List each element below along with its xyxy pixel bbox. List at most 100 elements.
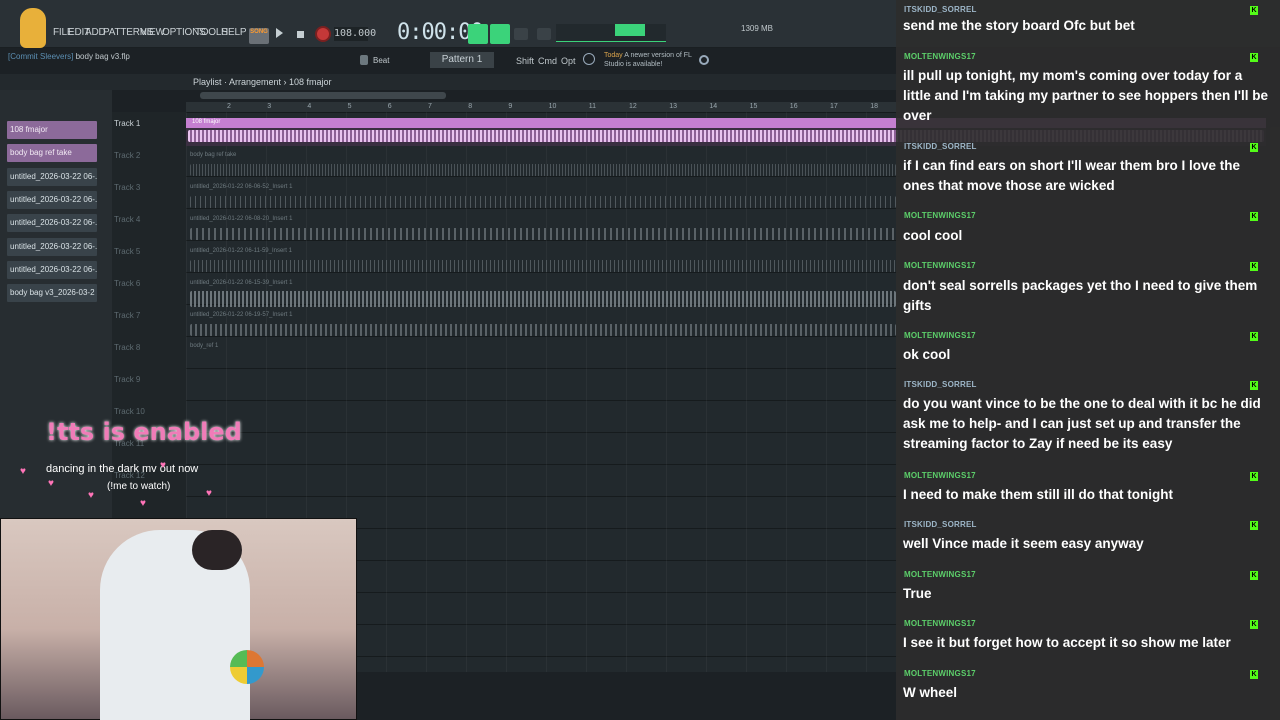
clip-untitled-4[interactable] [190,291,896,307]
memory-display: 1309 MB [741,24,774,33]
track-name[interactable]: Track 8 [114,343,140,352]
chat-username[interactable]: MOLTENWINGS17 [904,471,976,480]
ruler-number: 13 [669,103,677,110]
chat-username[interactable]: MOLTENWINGS17 [904,261,976,270]
snap-icon[interactable] [360,55,368,65]
settings-icon[interactable] [699,55,709,65]
metronome-icon[interactable] [490,24,510,44]
heart-icon: ♥ [160,460,166,471]
clip-untitled-2[interactable] [190,228,896,240]
clip-label-108: 108 fmajor [192,119,221,125]
kick-badge-icon: K [1250,332,1258,341]
clip-label-ref: body bag ref take [190,152,237,158]
track-name[interactable]: Track 6 [114,279,140,288]
ruler-number: 15 [749,103,758,110]
clip-label-untitled-4: untitled_2026-01-22 06-15-39_Insert 1 [190,280,293,286]
browser-clip[interactable]: body bag ref take [7,144,97,163]
ruler-number: 7 [428,103,432,110]
stop-icon[interactable] [297,31,304,38]
track-name[interactable]: Track 10 [114,407,145,416]
browser-clip[interactable]: untitled_2026-03-22 06-... [7,260,97,279]
clip-label-untitled-5: untitled_2026-01-22 06-19-57_Insert 1 [190,312,293,318]
chat-message: cool cool [903,228,963,243]
chat-username[interactable]: MOLTENWINGS17 [904,52,976,61]
track-name[interactable]: Track 9 [114,375,140,384]
kick-badge-icon: K [1250,620,1258,629]
loop-record-icon[interactable] [537,28,551,40]
chat-username[interactable]: ITSKIDD_SORREL [904,380,977,389]
ruler-number: 4 [307,103,312,110]
clip-untitled-1[interactable] [190,196,896,208]
shift-button[interactable]: Shift [516,56,534,66]
heart-icon: ♥ [48,478,54,489]
project-filename: body bag v3.flp [75,52,130,61]
ruler-number: 2 [227,103,231,110]
browser-clip[interactable]: untitled_2026-03-22 06-... [7,190,97,209]
chat-username[interactable]: MOLTENWINGS17 [904,570,976,579]
pattern-selector[interactable]: Pattern 1 [430,52,494,68]
track-name[interactable]: Track 5 [114,247,140,256]
clip-body-bag-ref[interactable] [190,164,896,176]
pattern-song-indicator[interactable] [468,24,488,44]
ruler-number: 11 [588,103,597,110]
record-button[interactable] [315,26,331,42]
track-name[interactable]: Track 3 [114,183,140,192]
ruler-number: 18 [870,103,878,110]
browser-clip[interactable]: untitled_2026-03-22 06-... [7,237,97,256]
clip-untitled-3[interactable] [190,260,896,272]
ruler-number: 14 [709,103,718,110]
snap-selector[interactable]: Beat [373,56,389,65]
ruler-number: 17 [830,103,838,110]
chat-username[interactable]: MOLTENWINGS17 [904,669,976,678]
clip-label-untitled-2: untitled_2026-01-22 06-08-20_Insert 1 [190,216,293,222]
chat-username[interactable]: MOLTENWINGS17 [904,619,976,628]
overlay-line-1: dancing in the dark mv out now [46,463,199,475]
kick-badge-icon: K [1250,521,1258,530]
playlist-breadcrumb: Playlist · Arrangement › 108 fmajor [193,77,332,87]
news-when: Today [604,52,623,59]
tts-banner: !tts is enabled [46,418,242,446]
opt-button[interactable]: Opt [561,56,576,66]
track-name[interactable]: Track 2 [114,151,140,160]
chat-message: send me the story board Ofc but bet [903,18,1135,33]
chat-username[interactable]: MOLTENWINGS17 [904,211,976,220]
news-panel[interactable]: Today A newer version of FL Studio is av… [604,51,694,69]
overlay-line-2: (!me to watch) [107,481,171,492]
heart-icon: ♥ [206,488,212,499]
heart-icon: ♥ [20,466,26,477]
kick-badge-icon: K [1250,670,1258,679]
cmd-button[interactable]: Cmd [538,56,557,66]
wait-icon[interactable] [514,28,528,40]
streamer-hair [192,530,242,570]
project-prefix: [Commit Sleevers] [8,52,74,61]
ruler-number: 6 [387,103,392,110]
ruler-number: 3 [267,103,272,110]
browser-clip[interactable]: 108 fmajor [7,121,97,139]
play-icon[interactable] [276,28,283,38]
browser-clip[interactable]: untitled_2026-03-22 06-... [7,214,97,233]
chat-username[interactable]: ITSKIDD_SORREL [904,520,977,529]
song-mode-toggle[interactable]: SONG [249,28,269,44]
chat-message: W wheel [903,685,958,700]
tempo-display[interactable]: 108.000 [334,27,376,41]
chat-message: True [903,586,932,601]
track-name[interactable]: Track 4 [114,215,140,224]
clip-untitled-5[interactable] [190,324,896,336]
browser-clip[interactable]: untitled_2026-03-22 06-... [7,167,97,186]
ruler-number: 8 [468,103,473,110]
chat-message: I need to make them still ill do that to… [903,487,1174,502]
chat-username[interactable]: MOLTENWINGS17 [904,331,976,340]
song-mode-label: SONG [250,29,268,35]
track-name[interactable]: Track 7 [114,311,140,320]
clip-label-untitled-1: untitled_2026-01-22 06-06-52_Insert 1 [190,184,293,190]
fl-logo-icon[interactable] [20,8,46,48]
chat-username[interactable]: ITSKIDD_SORREL [904,142,977,151]
chat-username[interactable]: ITSKIDD_SORREL [904,5,977,14]
browser-clip[interactable]: body bag v3_2026-03-2 [7,284,97,303]
chat-message: ok cool [903,347,951,362]
track-name[interactable]: Track 1 [114,119,140,128]
playlist-scrollbar[interactable] [200,92,446,99]
menu-help[interactable]: HELP [221,27,247,38]
news-icon[interactable] [583,53,595,65]
chat-message: I see it but forget how to accept it so … [903,635,1231,650]
